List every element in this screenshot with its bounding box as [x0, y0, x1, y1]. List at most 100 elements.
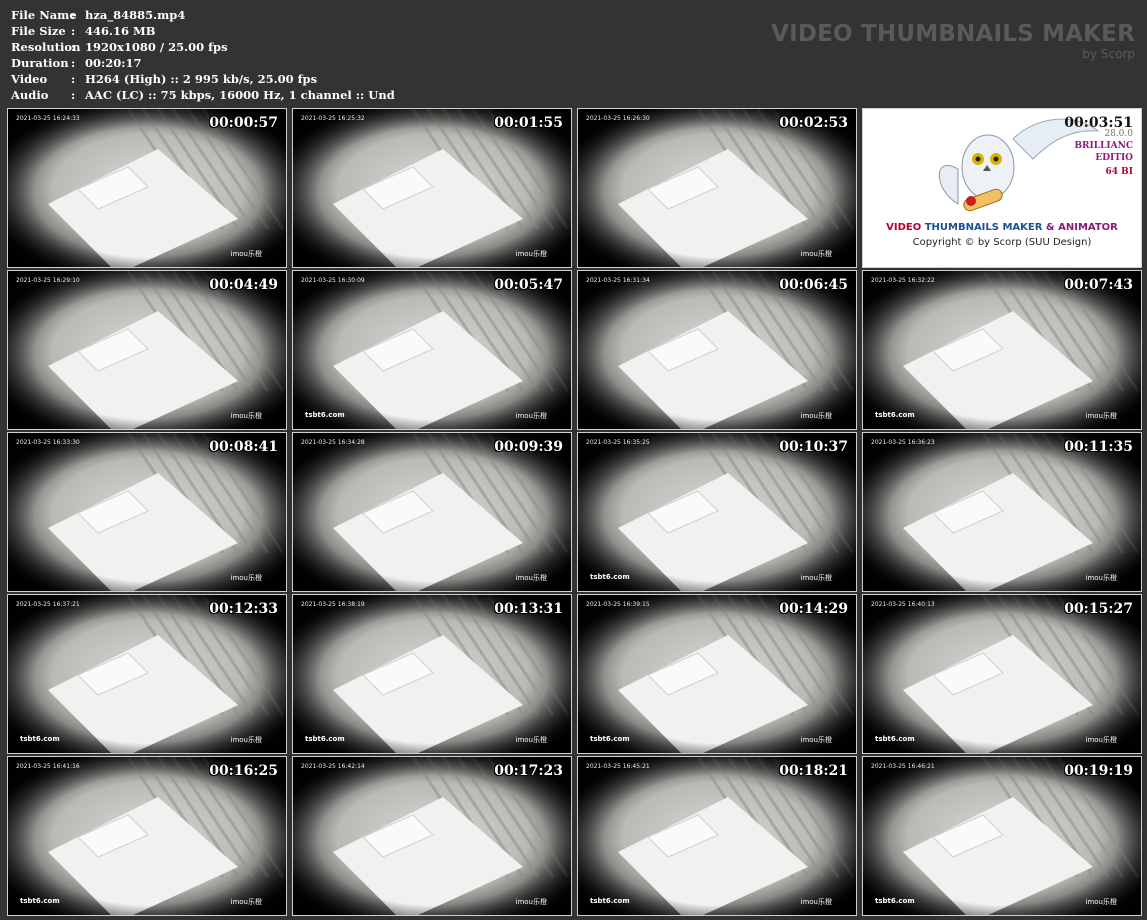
file-info: File Name: hza_84885.mp4 File Size:446.16… — [11, 7, 395, 103]
thumbnail-timestamp: 00:09:39 — [494, 439, 563, 455]
info-sep: : — [71, 72, 76, 86]
site-watermark: tsbt6.com — [875, 735, 915, 743]
camera-watermark: imou乐橙 — [800, 250, 832, 258]
site-watermark: tsbt6.com — [305, 411, 345, 419]
camera-osd-timestamp: 2021-03-25 16:26:30 — [586, 115, 650, 122]
camera-watermark: imou乐橙 — [230, 250, 262, 258]
video-thumbnail[interactable]: 2021-03-25 16:33:30 imou乐橙 00:08:41 — [7, 432, 287, 592]
camera-watermark: imou乐橙 — [515, 412, 547, 420]
video-thumbnail[interactable]: 2021-03-25 16:38:19 imou乐橙 tsbt6.com 00:13:… — [292, 594, 572, 754]
video-thumbnail[interactable]: 2021-03-25 16:25:32 imou乐橙 00:01:55 — [292, 108, 572, 268]
camera-osd-timestamp: 2021-03-25 16:45:21 — [586, 763, 650, 770]
thumbnail-timestamp: 00:18:21 — [779, 763, 848, 779]
thumbnail-timestamp: 00:12:33 — [209, 601, 278, 617]
info-key: Video — [11, 72, 48, 86]
info-sep: : — [71, 88, 76, 102]
info-value-filesize: 446.16 MB — [85, 24, 156, 38]
thumbnail-timestamp: 00:13:31 — [494, 601, 563, 617]
site-watermark: tsbt6.com — [20, 897, 60, 905]
info-sep: : — [71, 24, 76, 38]
video-thumbnail[interactable]: 2021-03-25 16:32:22 imou乐橙 tsbt6.com 00:07:… — [862, 270, 1142, 430]
camera-frame-image — [578, 271, 856, 429]
logo-edition: EDITIO — [1095, 153, 1133, 163]
info-key: Audio — [11, 88, 49, 102]
video-thumbnail[interactable]: 2021-03-25 16:42:14 imou乐橙 00:17:23 — [292, 756, 572, 916]
video-thumbnail[interactable]: 2021-03-25 16:46:21 imou乐橙 tsbt6.com 00:19:… — [862, 756, 1142, 916]
camera-frame-image — [293, 595, 571, 753]
info-key: Resolution — [11, 40, 81, 54]
thumbnail-timestamp: 00:14:29 — [779, 601, 848, 617]
camera-osd-timestamp: 2021-03-25 16:33:30 — [16, 439, 80, 446]
thumbnail-timestamp: 00:19:19 — [1064, 763, 1133, 779]
info-key: File Name — [11, 8, 77, 22]
site-watermark: tsbt6.com — [305, 735, 345, 743]
camera-osd-timestamp: 2021-03-25 16:38:19 — [301, 601, 365, 608]
site-watermark: tsbt6.com — [20, 735, 60, 743]
thumbnail-timestamp: 00:05:47 — [494, 277, 563, 293]
video-thumbnail[interactable]: 2021-03-25 16:40:13 imou乐橙 tsbt6.com 00:15:… — [862, 594, 1142, 754]
camera-watermark: imou乐橙 — [230, 412, 262, 420]
info-key: Duration — [11, 56, 69, 70]
video-thumbnail[interactable]: 2021-03-25 16:35:25 imou乐橙 tsbt6.com 00:10:… — [577, 432, 857, 592]
info-header: File Name: hza_84885.mp4 File Size:446.16… — [0, 0, 1147, 106]
video-thumbnail[interactable]: 2021-03-25 16:30:09 imou乐橙 tsbt6.com 00:05:… — [292, 270, 572, 430]
brand-title: VIDEO THUMBNAILS MAKER — [771, 21, 1135, 47]
thumbnail-timestamp: 00:01:55 — [494, 115, 563, 131]
video-thumbnail[interactable]: 2021-03-25 16:34:28 imou乐橙 00:09:39 — [292, 432, 572, 592]
camera-watermark: imou乐橙 — [1085, 736, 1117, 744]
camera-watermark: imou乐橙 — [1085, 412, 1117, 420]
thumbnail-timestamp: 00:02:53 — [779, 115, 848, 131]
camera-osd-timestamp: 2021-03-25 16:42:14 — [301, 763, 365, 770]
thumbnail-timestamp: 00:10:37 — [779, 439, 848, 455]
site-watermark: tsbt6.com — [590, 735, 630, 743]
video-thumbnail[interactable]: 2021-03-25 16:39:15 imou乐橙 tsbt6.com 00:14:… — [577, 594, 857, 754]
camera-watermark: imou乐橙 — [515, 898, 547, 906]
camera-watermark: imou乐橙 — [1085, 574, 1117, 582]
brand-subtitle: by Scorp — [1082, 47, 1135, 61]
thumbnail-timestamp: 00:04:49 — [209, 277, 278, 293]
site-watermark: tsbt6.com — [875, 411, 915, 419]
camera-frame-image — [578, 595, 856, 753]
brand-watermark: VIDEO THUMBNAILS MAKER by Scorp — [771, 20, 1135, 61]
file-info-row: Resolution:1920x1080 / 25.00 fps — [11, 39, 395, 55]
file-info-row: Audio: AAC (LC) :: 75 kbps, 16000 Hz, 1 c… — [11, 87, 395, 103]
video-thumbnail[interactable]: 2021-03-25 16:37:21 imou乐橙 tsbt6.com 00:12:… — [7, 594, 287, 754]
file-info-row: File Name: hza_84885.mp4 — [11, 7, 395, 23]
file-info-row: File Size:446.16 MB — [11, 23, 395, 39]
camera-osd-timestamp: 2021-03-25 16:34:28 — [301, 439, 365, 446]
thumbnail-timestamp: 00:11:35 — [1064, 439, 1133, 455]
site-watermark: tsbt6.com — [590, 573, 630, 581]
camera-frame-image — [578, 109, 856, 267]
info-value-filename: hza_84885.mp4 — [85, 8, 186, 22]
camera-frame-image — [293, 109, 571, 267]
logo-edition: BRILLIANC — [1074, 141, 1133, 151]
info-value-video: H264 (High) :: 2 995 kb/s, 25.00 fps — [85, 72, 318, 86]
camera-frame-image — [293, 433, 571, 591]
camera-watermark: imou乐橙 — [515, 736, 547, 744]
camera-osd-timestamp: 2021-03-25 16:29:10 — [16, 277, 80, 284]
camera-watermark: imou乐橙 — [230, 574, 262, 582]
video-thumbnail[interactable]: 2021-03-25 16:31:34 imou乐橙 00:06:45 — [577, 270, 857, 430]
camera-watermark: imou乐橙 — [800, 736, 832, 744]
info-value-audio: AAC (LC) :: 75 kbps, 16000 Hz, 1 channel… — [85, 88, 395, 102]
camera-watermark: imou乐橙 — [230, 736, 262, 744]
video-thumbnail[interactable]: 2021-03-25 16:29:10 imou乐橙 00:04:49 — [7, 270, 287, 430]
video-thumbnail[interactable]: 2021-03-25 16:36:23 imou乐橙 00:11:35 — [862, 432, 1142, 592]
camera-osd-timestamp: 2021-03-25 16:25:32 — [301, 115, 365, 122]
video-thumbnail[interactable]: 2021-03-25 16:24:33 imou乐橙 00:00:57 — [7, 108, 287, 268]
thumbnail-timestamp: 00:03:51 — [1064, 115, 1133, 131]
camera-frame-image — [8, 109, 286, 267]
camera-osd-timestamp: 2021-03-25 16:31:34 — [586, 277, 650, 284]
logo-thumbnail[interactable]: VIDEO THUMBNAILS MAKER & ANIMATOR Copyrig… — [862, 108, 1142, 268]
video-thumbnail[interactable]: 2021-03-25 16:45:21 imou乐橙 tsbt6.com 00:18:… — [577, 756, 857, 916]
file-info-row: Duration:00:20:17 — [11, 55, 395, 71]
site-watermark: tsbt6.com — [875, 897, 915, 905]
camera-frame-image — [863, 757, 1141, 915]
video-thumbnail[interactable]: 2021-03-25 16:41:16 imou乐橙 tsbt6.com 00:16:… — [7, 756, 287, 916]
camera-osd-timestamp: 2021-03-25 16:39:15 — [586, 601, 650, 608]
camera-frame-image — [8, 595, 286, 753]
camera-osd-timestamp: 2021-03-25 16:40:13 — [871, 601, 935, 608]
thumbnail-timestamp: 00:07:43 — [1064, 277, 1133, 293]
camera-watermark: imou乐橙 — [800, 574, 832, 582]
video-thumbnail[interactable]: 2021-03-25 16:26:30 imou乐橙 00:02:53 — [577, 108, 857, 268]
